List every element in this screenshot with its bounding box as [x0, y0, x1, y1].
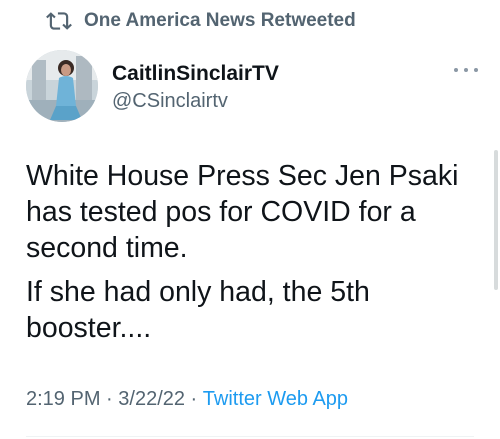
retweet-icon: [46, 12, 72, 30]
retweet-context-text: One America News Retweeted: [84, 10, 356, 31]
tweet-paragraph: White House Press Sec Jen Psaki has test…: [26, 160, 459, 264]
retweet-context[interactable]: One America News Retweeted: [46, 8, 356, 34]
divider: [26, 436, 474, 437]
tweet-detail: One America News Retweeted CaitlinSincla…: [0, 0, 500, 439]
tweet-date[interactable]: 3/22/22: [118, 388, 185, 411]
user-handle[interactable]: @CSinclairtv: [112, 88, 279, 114]
meta-separator: ·: [185, 388, 203, 410]
avatar[interactable]: [26, 50, 98, 122]
author-info[interactable]: CaitlinSinclairTV @CSinclairtv: [112, 62, 279, 114]
scrollbar[interactable]: [494, 150, 498, 290]
tweet-paragraph: If she had only had, the 5th booster....: [26, 276, 370, 344]
profile-photo: [26, 50, 98, 122]
meta-separator: ·: [100, 388, 119, 410]
tweet-source-link[interactable]: Twitter Web App: [203, 388, 348, 411]
tweet-text: White House Press Sec Jen Psaki has test…: [26, 158, 476, 346]
more-options-icon[interactable]: [454, 64, 478, 76]
tweet-time[interactable]: 2:19 PM: [26, 388, 100, 411]
display-name[interactable]: CaitlinSinclairTV: [112, 62, 279, 86]
tweet-meta: 2:19 PM · 3/22/22 · Twitter Web App: [26, 388, 348, 411]
